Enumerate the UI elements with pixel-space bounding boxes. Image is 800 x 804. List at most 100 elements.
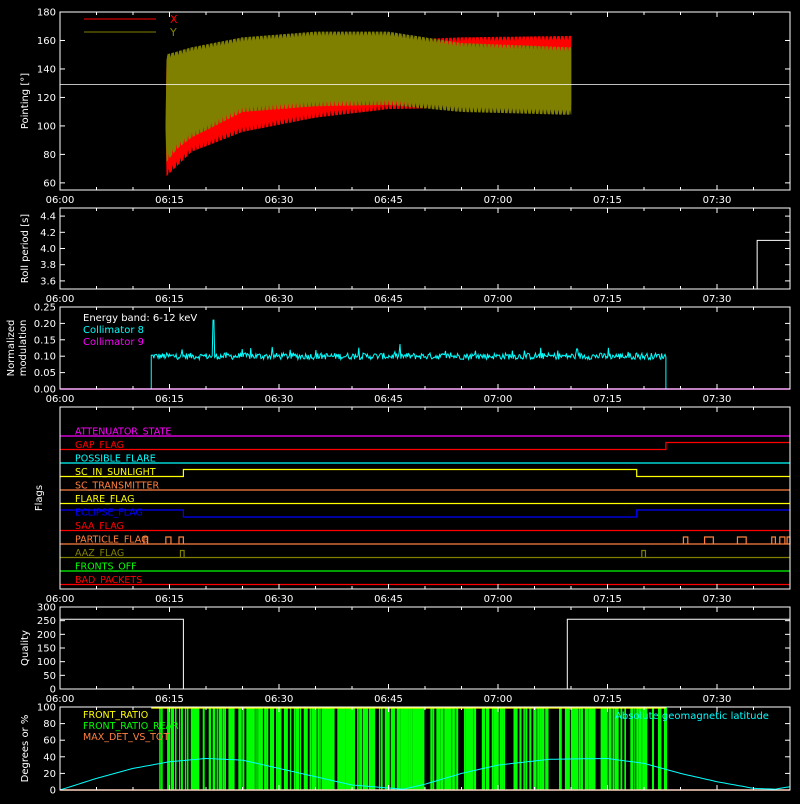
y-axis-label: Normalized (6, 320, 17, 377)
x-tick-label: 06:45 (374, 195, 403, 206)
front-ratio-rear-bar (254, 707, 256, 790)
front-ratio-rear-bar (331, 707, 334, 790)
collimator-8-line (150, 319, 667, 389)
legend-label-max-det-vs-tot: MAX_DET_VS_TOT (83, 732, 169, 743)
legend-label-y: Y (169, 26, 177, 39)
x-tick-label: 07:30 (703, 594, 732, 605)
front-ratio-rear-bar (519, 707, 522, 790)
front-ratio-rear-bar (380, 707, 383, 790)
front-ratio-rear-bar (456, 707, 459, 790)
y-tick-label: 100 (37, 657, 56, 668)
y-axis-label: Quality (20, 630, 31, 666)
front-ratio-rear-bar (179, 707, 181, 790)
front-ratio-rear-bar (578, 707, 581, 790)
front-ratio-rear-bar (414, 707, 417, 790)
front-ratio-rear-bar (264, 707, 267, 790)
front-ratio-rear-bar (299, 707, 302, 790)
legend-label-front-ratio: FRONT_RATIO (83, 710, 148, 721)
front-ratio-rear-bar (432, 707, 435, 790)
front-ratio-rear-bar (357, 707, 359, 790)
flag-pulse-particle-flag (682, 536, 689, 544)
y-tick-label: 150 (37, 644, 56, 655)
flag-pulse-aaz-flag (179, 549, 185, 558)
x-tick-label: 06:45 (374, 394, 403, 405)
front-ratio-rear-bar (576, 707, 579, 790)
front-ratio-rear-bar (224, 707, 226, 790)
y-axis-label: Roll period [s] (20, 214, 31, 283)
legend-title: Energy band: 6-12 keV (83, 313, 197, 324)
front-ratio-rear-bar (501, 707, 504, 790)
flag-pulse-aaz-flag (641, 549, 647, 558)
front-ratio-rear-bar (313, 707, 316, 790)
y-tick-label: 100 (37, 703, 56, 714)
front-ratio-rear-bar (186, 707, 189, 790)
front-ratio-rear-bar (454, 707, 456, 790)
y-tick-label: 0.00 (34, 385, 56, 396)
x-tick-label: 07:30 (703, 394, 732, 405)
x-tick-label: 07:15 (593, 694, 622, 705)
front-ratio-rear-bar (471, 707, 474, 790)
x-tick-label: 07:30 (703, 694, 732, 705)
front-ratio-rear-bar (315, 707, 317, 790)
front-ratio-rear-bar (499, 707, 502, 790)
front-ratio-rear-bar (212, 707, 216, 790)
y-tick-label: 120 (37, 93, 56, 104)
y-tick-label: 20 (43, 769, 56, 780)
x-tick-label: 06:15 (155, 394, 184, 405)
front-ratio-rear-bar (272, 707, 275, 790)
front-ratio-rear-bar (161, 707, 163, 790)
front-ratio-rear-bar (372, 707, 376, 790)
front-ratio-rear-bar (232, 707, 235, 790)
flag-pulse-particle-flag (703, 536, 714, 544)
front-ratio-rear-bar (503, 707, 506, 790)
front-ratio-rear-bar (270, 707, 273, 790)
front-ratio-rear-bar (222, 707, 225, 790)
front-ratio-rear-bar (481, 707, 485, 790)
y-axis-label: Flags (34, 485, 45, 511)
x-tick-label: 07:15 (593, 294, 622, 305)
front-ratio-rear-bar (196, 707, 200, 790)
x-tick-label: 06:00 (46, 195, 75, 206)
front-ratio-rear-bar (277, 707, 282, 790)
front-ratio-rear-bar (408, 707, 411, 790)
y-tick-label: 100 (37, 121, 56, 132)
front-ratio-rear-bar (452, 707, 455, 790)
x-tick-label: 06:15 (155, 694, 184, 705)
front-ratio-rear-bar (216, 707, 218, 790)
quality-line (60, 618, 790, 690)
front-ratio-rear-bar (180, 707, 183, 790)
flag-pulse-particle-flag (165, 536, 172, 544)
legend-label-front-ratio-rear: FRONT_RATIO_REAR (83, 721, 179, 732)
x-tick-label: 07:15 (593, 195, 622, 206)
front-ratio-rear-bar (258, 707, 261, 790)
front-ratio-rear-bar (260, 707, 263, 790)
front-ratio-rear-bar (398, 707, 401, 790)
legend-label-x: X (170, 13, 178, 26)
front-ratio-rear-bar (440, 707, 444, 790)
x-tick-label: 06:00 (46, 394, 75, 405)
front-ratio-rear-bar (343, 707, 346, 790)
front-ratio-rear-bar (559, 707, 562, 790)
front-ratio-rear-bar (386, 707, 390, 790)
flag-pulse-particle-flag (771, 536, 776, 544)
front-ratio-rear-bar (202, 707, 205, 790)
front-ratio-rear-bar (218, 707, 223, 790)
front-ratio-rear-bar (159, 707, 161, 790)
x-tick-label: 06:30 (265, 594, 294, 605)
front-ratio-rear-bar (612, 707, 615, 790)
front-ratio-rear-bar (323, 707, 326, 790)
x-tick-label: 07:00 (484, 294, 513, 305)
front-ratio-rear-bar (289, 707, 292, 790)
y-tick-label: 0.10 (34, 352, 56, 363)
y-tick-label: 250 (37, 616, 56, 627)
y-tick-label: 140 (37, 64, 56, 75)
front-ratio-rear-bar (422, 707, 425, 790)
front-ratio-rear-bar (464, 707, 466, 790)
legend-label-collimator-9: Collimator 9 (83, 337, 144, 348)
x-tick-label: 06:30 (265, 195, 294, 206)
front-ratio-rear-bar (184, 707, 187, 790)
front-ratio-rear-bar (438, 707, 441, 790)
front-ratio-rear-bar (491, 707, 494, 790)
y-tick-label: 0 (50, 786, 56, 797)
y-tick-label: 3.6 (40, 276, 56, 287)
